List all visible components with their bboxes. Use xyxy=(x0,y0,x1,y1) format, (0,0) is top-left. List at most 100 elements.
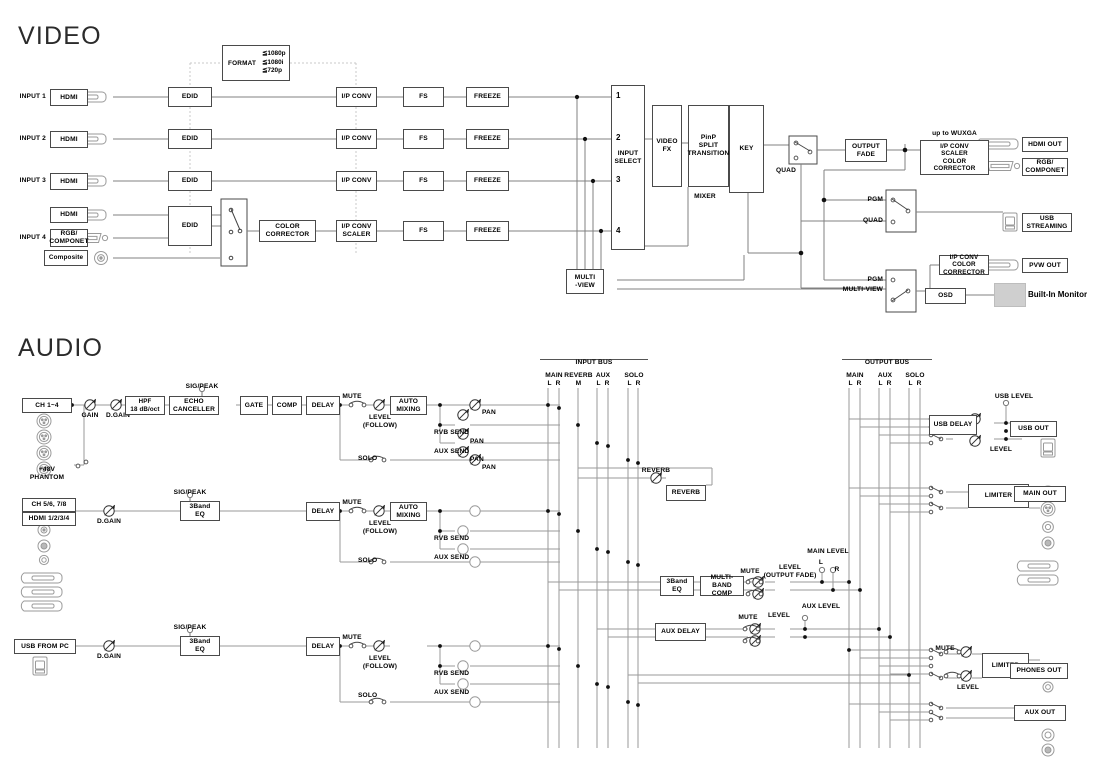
aux-send-label-1: AUX SEND xyxy=(434,448,470,455)
input-bus-solo: SOLO L R xyxy=(624,372,644,387)
edid-2: EDID xyxy=(168,129,212,149)
audio-source-hdmi: HDMI 1/2/3/4 xyxy=(22,512,76,526)
edid-1: EDID xyxy=(168,87,212,107)
hdmi-out-label: HDMI OUT xyxy=(1022,137,1068,152)
sigpeak-label-1: SIG/PEAK xyxy=(185,383,219,390)
phones-out-label: PHONES OUT xyxy=(1010,663,1068,679)
rgb-component-out-label: RGB/COMPONET xyxy=(1022,158,1068,176)
pinp-split-transition-box: PinP SPLIT TRANSITION xyxy=(688,105,729,187)
phantom-label: +48V PHANTOM xyxy=(29,466,65,481)
aux-out-label: AUX OUT xyxy=(1014,705,1066,721)
main-level-label: MAIN LEVEL xyxy=(807,548,849,555)
input-select-num-2: 2 xyxy=(616,133,621,142)
mute-label-2: MUTE xyxy=(342,499,362,506)
usb-level-label: USB LEVEL xyxy=(994,393,1034,400)
input-1-port-hdmi: HDMI xyxy=(50,89,88,106)
level-label-3: LEVEL (FOLLOW) xyxy=(362,655,398,670)
output-bus-title: OUTPUT BUS xyxy=(864,359,910,366)
auto-mixing-box-1: AUTO MIXING xyxy=(390,396,427,415)
rvb-send-label-3: RVB SEND xyxy=(434,670,470,677)
auto-mixing-box-2: AUTO MIXING xyxy=(390,502,427,521)
pgm-switch-1-label: PGM xyxy=(867,196,883,203)
ip-conv-scaler-4: I/P CONV SCALER xyxy=(336,220,377,242)
freeze-3: FREEZE xyxy=(466,171,509,191)
input-3-port-hdmi: HDMI xyxy=(50,173,88,190)
fs-4: FS xyxy=(403,221,444,241)
multi-view-box: MULTI -VIEW xyxy=(566,269,604,294)
pgm-switch-2-label: PGM xyxy=(867,276,883,283)
audio-source-ch56-78: CH 5/6, 7/8 xyxy=(22,498,76,512)
osd-box: OSD xyxy=(925,288,966,304)
input-3-label: INPUT 3 xyxy=(19,177,46,184)
input-2-label: INPUT 2 xyxy=(19,135,46,142)
input-select-num-4: 4 xyxy=(616,226,621,235)
sigpeak-label-3: SIG/PEAK xyxy=(173,624,207,631)
solo-label-1: SOLO xyxy=(358,455,378,462)
audio-source-ch1-4: CH 1~4 xyxy=(22,398,72,413)
pvw-out-label: PVW OUT xyxy=(1022,258,1068,273)
rvb-send-label-2: RVB SEND xyxy=(434,535,470,542)
input-4-port-hdmi: HDMI xyxy=(50,207,88,223)
input-2-port-hdmi: HDMI xyxy=(50,131,88,148)
block-diagram-canvas: VIDEO FORMAT ≦1080p ≦1080i ≦720p INPUT 1… xyxy=(0,0,1100,766)
input-4-label: INPUT 4 xyxy=(19,234,46,241)
delay-box-1: DELAY xyxy=(306,396,340,415)
solo-label-2: SOLO xyxy=(358,557,378,564)
format-label: FORMAT xyxy=(228,59,257,67)
multi-band-comp-box: MULTI-BAND COMP xyxy=(700,574,744,597)
usb-out-level-label: LEVEL xyxy=(990,446,1012,453)
dgain-label-2: D.GAIN xyxy=(97,518,121,525)
input-select-num-1: 1 xyxy=(616,91,621,100)
sigpeak-label-2: SIG/PEAK xyxy=(173,489,207,496)
fs-2: FS xyxy=(403,129,444,149)
main-level-fade-label: LEVEL (OUTPUT FADE) xyxy=(763,564,817,579)
input-color-corrector: COLOR CORRECTOR xyxy=(259,220,316,242)
built-in-monitor-label: Built-In Monitor xyxy=(1028,290,1088,299)
reverb-box: REVERB xyxy=(666,485,706,501)
aux-send-label-3: AUX SEND xyxy=(434,689,470,696)
phones-level-label: LEVEL xyxy=(957,684,979,691)
gate-box: GATE xyxy=(240,396,268,415)
main-level-l: L xyxy=(818,559,824,566)
audio-source-usb: USB FROM PC xyxy=(14,639,76,654)
main-level-r: R xyxy=(834,566,840,573)
section-title-video: VIDEO xyxy=(18,22,102,50)
dgain-label-3: D.GAIN xyxy=(97,653,121,660)
aux-delay-box: AUX DELAY xyxy=(655,623,706,641)
usb-streaming-label: USB STREAMING xyxy=(1022,213,1072,232)
format-options: ≦1080p ≦1080i ≦720p xyxy=(262,50,286,75)
fs-1: FS xyxy=(403,87,444,107)
solo-label-3: SOLO xyxy=(358,692,378,699)
quad-switch-2-label: QUAD xyxy=(862,217,883,224)
aux-level-label: LEVEL xyxy=(768,612,790,619)
freeze-4: FREEZE xyxy=(466,221,509,241)
aux-send-label-2: AUX SEND xyxy=(434,554,470,561)
output-bus-solo: SOLO L R xyxy=(905,372,925,387)
freeze-1: FREEZE xyxy=(466,87,509,107)
video-fx-box: VIDEO FX xyxy=(652,105,682,187)
mute-label-3: MUTE xyxy=(342,634,362,641)
aux-level-bus-label: AUX LEVEL xyxy=(801,603,841,610)
hpf-box: HPF 18 dB/oct xyxy=(125,396,165,415)
multi-view-switch-label: MULTI-VIEW xyxy=(842,286,883,293)
freeze-2: FREEZE xyxy=(466,129,509,149)
delay-box-2: DELAY xyxy=(306,502,340,521)
key-box: KEY xyxy=(729,105,764,193)
aux-mute-label: MUTE xyxy=(738,614,758,621)
pvw-scaler-box: I/P CONV COLOR CORRECTOR xyxy=(939,254,989,276)
level-label-2: LEVEL (FOLLOW) xyxy=(362,520,398,535)
input-4-port-composite: Composite xyxy=(44,250,88,266)
ip-conv-3: I/P CONV xyxy=(336,171,377,191)
monitor-icon xyxy=(994,283,1026,307)
usb-delay-box: USB DELAY xyxy=(929,415,977,435)
eq-box-2: 3Band EQ xyxy=(180,501,220,521)
pan-label-3: PAN xyxy=(470,456,484,463)
echo-canceller-box: ECHO CANCELLER xyxy=(169,396,219,415)
format-box: FORMAT ≦1080p ≦1080i ≦720p xyxy=(222,45,290,81)
ip-conv-1: I/P CONV xyxy=(336,87,377,107)
main-out-label: MAIN OUT xyxy=(1014,486,1066,502)
edid-3: EDID xyxy=(168,171,212,191)
fs-3: FS xyxy=(403,171,444,191)
input-select-num-3: 3 xyxy=(616,175,621,184)
reverb-knob-label: REVERB xyxy=(641,467,671,474)
